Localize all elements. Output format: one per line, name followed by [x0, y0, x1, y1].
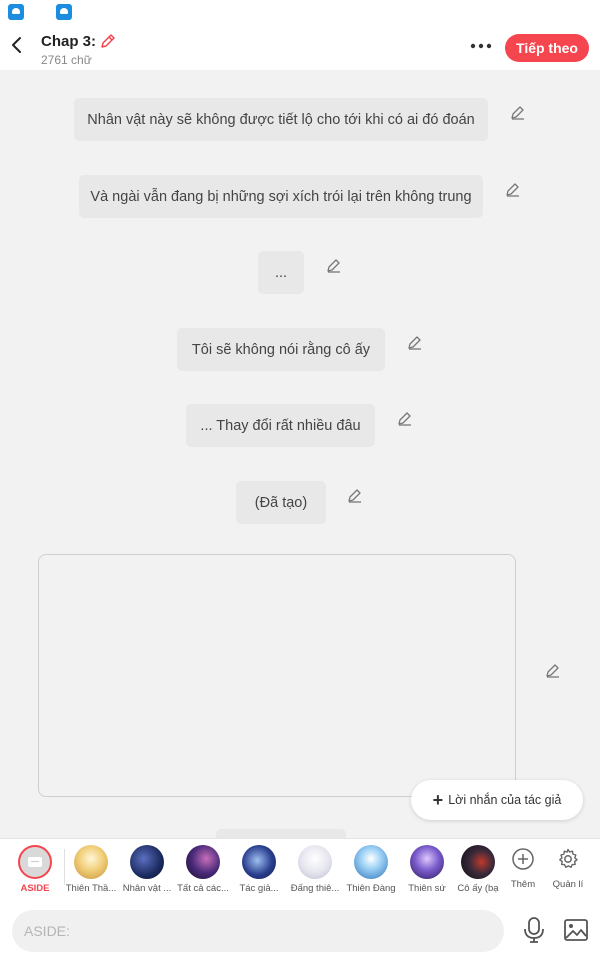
character-aside[interactable]: ASIDE: [7, 839, 63, 903]
message-bubble[interactable]: Tôi sẽ không nói rằng cô ấy: [177, 328, 385, 371]
status-bar: [0, 0, 600, 24]
character-item[interactable]: Thiên Thầ...: [63, 839, 119, 903]
character-label: ASIDE: [20, 883, 50, 894]
app-notification-icon: [8, 4, 24, 20]
edit-title-icon[interactable]: [99, 32, 117, 50]
avatar: [242, 845, 276, 879]
edit-message-icon[interactable]: [505, 181, 521, 197]
character-label: Thiên Đàng: [346, 883, 396, 894]
gear-icon: [559, 848, 578, 868]
aside-avatar: [18, 845, 52, 879]
character-label: Thiên sứ: [408, 883, 446, 894]
character-bar: ASIDE Thiên Thầ... Nhân vật ... Tất cả c…: [0, 838, 600, 902]
avatar: [298, 845, 332, 879]
plus-circle-icon: [512, 848, 534, 870]
character-item[interactable]: Đấng thiê...: [287, 839, 343, 903]
app-notification-icon: [56, 4, 72, 20]
edit-message-icon[interactable]: [407, 334, 423, 350]
plus-icon: +: [432, 790, 444, 810]
message-bubble[interactable]: Và ngài vẫn đang bị những sợi xích trói …: [79, 175, 483, 218]
character-item[interactable]: Thiên sứ: [399, 839, 455, 903]
message-bubble[interactable]: ...: [258, 251, 304, 294]
edit-message-icon[interactable]: [347, 487, 363, 503]
avatar: [410, 845, 444, 879]
input-bar: [0, 902, 600, 960]
character-label: Đấng thiê...: [290, 883, 340, 894]
edit-message-icon[interactable]: [397, 410, 413, 426]
image-placeholder-box[interactable]: [38, 554, 516, 797]
add-character-button[interactable]: Thêm: [503, 839, 543, 903]
next-button[interactable]: Tiếp theo: [505, 34, 589, 62]
character-label: Nhân vật ...: [122, 883, 172, 894]
avatar: [461, 845, 495, 879]
aside-input[interactable]: [12, 910, 504, 952]
image-icon[interactable]: [563, 918, 589, 942]
character-label: Cô ấy (bạ: [457, 883, 499, 894]
manage-characters-button[interactable]: Quản lí: [548, 839, 588, 903]
message-bubble[interactable]: ... Thay đổi rất nhiều đâu: [186, 404, 375, 447]
add-label: Thêm: [510, 879, 536, 890]
character-label: Tất cả các...: [177, 883, 229, 894]
character-item[interactable]: Cô ấy (bạ: [450, 839, 506, 903]
chapter-title: Chap 3:: [41, 32, 97, 50]
message-bubble[interactable]: (Đã tạo): [236, 481, 326, 524]
author-note-label: Lời nhắn của tác giả: [448, 793, 562, 807]
avatar: [354, 845, 388, 879]
chapter-title-area: Chap 3: 2761 chữ: [41, 32, 117, 67]
header: Chap 3: 2761 chữ Tiếp theo: [0, 24, 600, 70]
microphone-icon[interactable]: [522, 916, 546, 944]
more-options-icon[interactable]: [466, 36, 496, 56]
character-label: Tác giả...: [239, 883, 279, 894]
avatar: [186, 845, 220, 879]
character-item[interactable]: Thiên Đàng: [343, 839, 399, 903]
manage-label: Quản lí: [552, 879, 584, 890]
character-label: Thiên Thầ...: [65, 883, 117, 894]
back-arrow-icon[interactable]: [6, 34, 28, 56]
character-item[interactable]: Tất cả các...: [175, 839, 231, 903]
word-count: 2761 chữ: [41, 53, 92, 67]
edit-message-icon[interactable]: [545, 662, 561, 678]
author-note-button[interactable]: + Lời nhắn của tác giả: [411, 780, 583, 820]
character-item[interactable]: Tác giả...: [231, 839, 287, 903]
avatar: [130, 845, 164, 879]
message-bubble[interactable]: Nhân vật này sẽ không được tiết lộ cho t…: [74, 98, 488, 141]
character-item[interactable]: Nhân vật ...: [119, 839, 175, 903]
avatar: [74, 845, 108, 879]
edit-message-icon[interactable]: [510, 104, 526, 120]
edit-message-icon[interactable]: [326, 257, 342, 273]
